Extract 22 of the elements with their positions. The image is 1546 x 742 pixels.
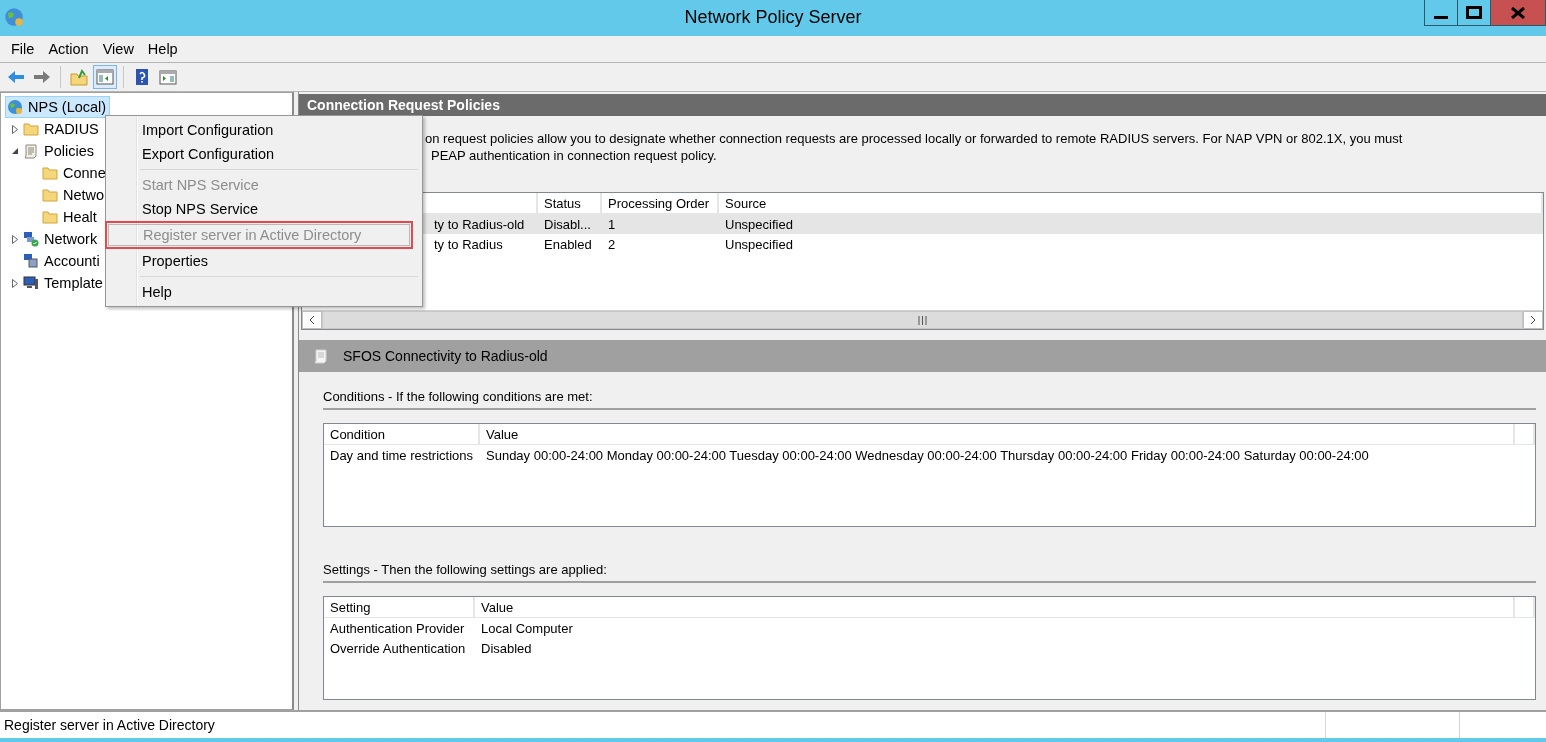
table-cell-text: Disabl... <box>543 215 592 234</box>
table-cell-text: Sunday 00:00-24:00 Monday 00:00-24:00 Tuesday 00:00-24:00 Wednesday 00:00-24:00 Thursday 00:00-24:00 Friday 00:00-24:00 Saturday 00:00-24:00 <box>485 446 1370 465</box>
table-cell-text: 1 <box>607 215 617 234</box>
table-cell-text: Enabled <box>543 235 593 254</box>
table-cell-text: Day and time restrictions <box>329 446 475 465</box>
description-text: on request policies allow you to designate whether connection requests are processed locally or forwarded to remote RADIUS servers. For NAP VPN or 802.1X, you must <box>425 130 1404 147</box>
table-cell-text: Disabled <box>480 639 533 658</box>
section-label: Settings - Then the following settings are applied: <box>323 562 607 577</box>
status-text: Register server in Active Directory <box>4 717 215 733</box>
table-cell-text: Unspecified <box>724 215 794 234</box>
table-cell-text: Local Computer <box>480 619 574 638</box>
table-cell-text: Override Authentication <box>329 639 467 658</box>
table-cell-text: ty to Radius-old <box>433 215 526 234</box>
table-cell-text: ty to Radius <box>433 235 504 254</box>
table-cell-text: 2 <box>607 235 617 254</box>
description-text: PEAP authentication in connection request policy. <box>430 147 718 164</box>
policy-name: SFOS Connectivity to Radius-old <box>343 348 548 364</box>
table-cell-text: Authentication Provider <box>329 619 466 638</box>
window-title: Network Policy Server <box>684 7 862 28</box>
section-label: Conditions - If the following conditions are met: <box>323 389 593 404</box>
panel-title: Connection Request Policies <box>299 94 1546 116</box>
table-cell-text: Unspecified <box>724 235 794 254</box>
